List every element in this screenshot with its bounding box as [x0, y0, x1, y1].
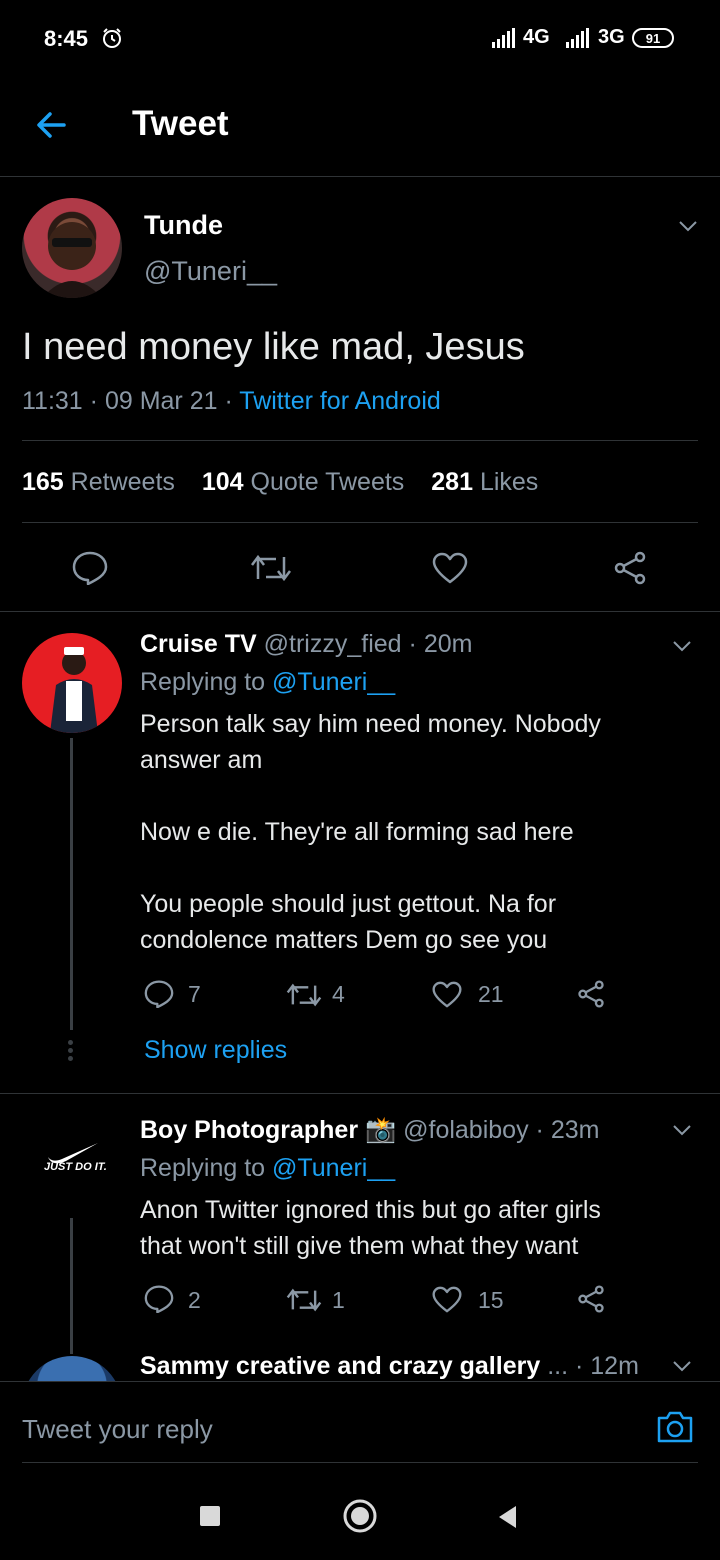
reply-author-name[interactable]: Boy Photographer	[140, 1116, 358, 1144]
share-icon[interactable]	[612, 551, 648, 585]
system-nav-bar	[0, 1464, 720, 1560]
reply-input[interactable]: Tweet your reply	[22, 1414, 213, 1445]
page-title: Tweet	[132, 104, 229, 143]
retweet-icon[interactable]	[250, 553, 292, 583]
signal-icon	[566, 28, 589, 48]
replying-to-handle[interactable]: @Tuneri__	[272, 1154, 395, 1182]
reply-icon[interactable]	[72, 551, 108, 585]
like-heart-icon[interactable]	[432, 981, 462, 1008]
chevron-down-icon[interactable]	[678, 220, 698, 232]
like-count: 21	[478, 981, 504, 1007]
signal-icon	[492, 28, 515, 48]
divider	[0, 611, 720, 612]
reply-icon[interactable]	[144, 1285, 174, 1313]
back-nav-button[interactable]	[496, 1504, 518, 1530]
status-bar: 8:45 4G 3G 91	[0, 0, 720, 80]
reply-author-name[interactable]: Sammy creative and crazy gallery	[140, 1352, 540, 1380]
reply-count: 2	[188, 1287, 201, 1313]
reply-time: 20m	[423, 630, 473, 658]
reply-time: 12m	[590, 1352, 639, 1380]
chevron-down-icon[interactable]	[672, 640, 692, 652]
tweet-text: I need money like mad, Jesus	[22, 326, 525, 368]
reply-compose-bar: Tweet your reply	[0, 1381, 720, 1464]
back-arrow-icon[interactable]	[34, 108, 68, 142]
reply-header: Boy Photographer 📸 @folabiboy · 23m	[140, 1116, 600, 1144]
reply-text-line: that won't still give them what they wan…	[140, 1232, 579, 1260]
reply-avatar-sammy[interactable]	[22, 1356, 122, 1381]
chevron-down-icon[interactable]	[672, 1124, 692, 1136]
tweet-time: 11:31	[22, 387, 83, 415]
reply-author-handle[interactable]: @folabiboy	[403, 1116, 528, 1144]
retweet-count: 1	[332, 1287, 345, 1313]
reply-text-line: answer am	[140, 746, 263, 774]
replying-to: Replying to @Tuneri__	[140, 1154, 396, 1182]
thread-dots	[68, 1040, 74, 1062]
like-count: 15	[478, 1287, 504, 1313]
home-button[interactable]	[342, 1498, 378, 1534]
replying-to-handle[interactable]: @Tuneri__	[272, 668, 395, 696]
reply-count: 7	[188, 981, 201, 1007]
reply-text-line: Now e die. They're all forming sad here	[140, 818, 574, 846]
author-avatar[interactable]	[22, 198, 122, 298]
top-app-bar	[0, 80, 720, 177]
quotes-stat[interactable]: 104 Quote Tweets	[202, 468, 404, 496]
camera-icon[interactable]	[656, 1410, 694, 1444]
avatar-slogan: JUST DO IT.	[44, 1161, 107, 1173]
reply-time: 23m	[550, 1116, 600, 1144]
recents-button[interactable]	[200, 1506, 220, 1526]
alarm-icon	[103, 28, 121, 48]
divider	[22, 440, 698, 441]
network-type-2: 3G	[598, 26, 625, 48]
retweet-count: 4	[332, 981, 345, 1007]
likes-stat[interactable]: 281 Likes	[431, 468, 538, 496]
like-heart-icon[interactable]	[432, 1286, 462, 1313]
status-time: 8:45	[44, 26, 89, 51]
chevron-down-icon[interactable]	[672, 1360, 692, 1372]
network-type-1: 4G	[523, 26, 550, 48]
reply-text-line: Person talk say him need money. Nobody	[140, 710, 601, 738]
show-replies-link[interactable]: Show replies	[144, 1036, 287, 1065]
thread-line	[70, 1218, 73, 1354]
reply-header: Cruise TV @trizzy_fied · 20m	[140, 630, 473, 658]
divider	[0, 1093, 720, 1094]
retweet-icon[interactable]	[286, 1287, 322, 1313]
share-icon[interactable]	[576, 1285, 606, 1313]
avatar-photo-icon	[50, 647, 98, 733]
divider	[22, 522, 698, 523]
reply-author-handle[interactable]: @trizzy_fied	[264, 630, 402, 658]
like-heart-icon[interactable]	[432, 552, 468, 584]
battery-indicator: 91	[632, 28, 674, 48]
reply-icon[interactable]	[144, 980, 174, 1008]
camera-emoji-icon: 📸	[365, 1116, 397, 1144]
reply-header: Sammy creative and crazy gallery ... · 1…	[140, 1352, 639, 1380]
reply-author-name[interactable]: Cruise TV	[140, 630, 257, 658]
tweet-source-link[interactable]: Twitter for Android	[239, 387, 440, 415]
share-icon[interactable]	[576, 980, 606, 1008]
author-handle[interactable]: @Tuneri__	[144, 256, 277, 287]
reply-avatar-boy-photographer[interactable]: JUST DO IT.	[22, 1117, 122, 1217]
divider	[22, 1462, 698, 1463]
reply-text-line: condolence matters Dem go see you	[140, 926, 548, 954]
replying-to: Replying to @Tuneri__	[140, 668, 396, 696]
retweet-icon[interactable]	[286, 982, 322, 1008]
author-name[interactable]: Tunde	[144, 210, 223, 241]
avatar-photo-icon	[42, 222, 102, 298]
tweet-meta: 11:31 · 09 Mar 21 · Twitter for Android	[22, 387, 441, 415]
retweets-stat[interactable]: 165 Retweets	[22, 468, 175, 496]
tweet-date: 09 Mar 21	[104, 387, 218, 415]
reply-text-line: Anon Twitter ignored this but go after g…	[140, 1196, 601, 1224]
reply-text-line: You people should just gettout. Na for	[140, 890, 557, 918]
thread-line	[70, 738, 73, 1030]
reply-avatar-cruise-tv[interactable]	[22, 633, 122, 733]
tweet-stats: 165 Retweets 104 Quote Tweets 281 Likes	[22, 468, 538, 497]
